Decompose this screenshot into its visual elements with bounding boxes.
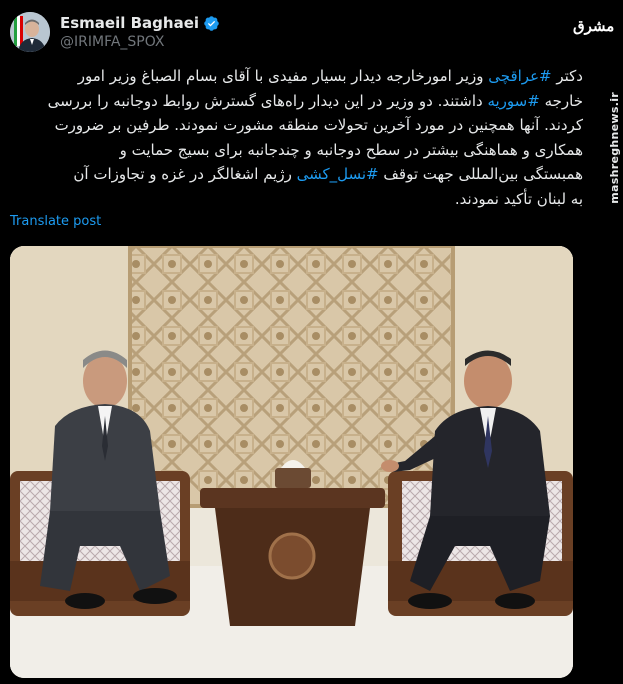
post-line: همبستگی بین‌المللی جهت توقف #نسل_کشی رژی… xyxy=(73,165,583,183)
post-header: Esmaeil Baghaei @IRIMFA_SPOX xyxy=(10,10,220,54)
hashtag-link[interactable]: #سوریه xyxy=(487,92,539,110)
post-line: کردند. آنها همچنین در مورد آخرین تحولات … xyxy=(54,116,583,134)
post-line: همکاری و هماهنگی بیشتر در سطح دوجانبه و … xyxy=(119,140,583,159)
watermark-logo: مشرق xyxy=(573,17,615,35)
avatar[interactable] xyxy=(10,12,50,52)
avatar-image xyxy=(10,12,50,52)
post-line: به لبنان تأکید نمودند. xyxy=(454,189,583,208)
handle[interactable]: @IRIMFA_SPOX xyxy=(60,34,220,50)
translate-post-link[interactable]: Translate post xyxy=(10,214,101,229)
post-line: دکتر #عراقچی وزیر امورخارجه دیدار بسیار … xyxy=(77,67,583,85)
hashtag-link[interactable]: #عراقچی xyxy=(488,67,551,85)
post-line: خارجه #سوریه داشتند. دو وزیر در این دیدا… xyxy=(47,91,583,110)
author-names: Esmaeil Baghaei @IRIMFA_SPOX xyxy=(60,14,220,50)
meeting-photo[interactable] xyxy=(10,246,573,678)
hashtag-link[interactable]: #نسل_کشی xyxy=(297,165,379,183)
verified-badge-icon xyxy=(203,15,220,32)
post-text: دکتر #عراقچی وزیر امورخارجه دیدار بسیار … xyxy=(10,64,583,211)
display-name[interactable]: Esmaeil Baghaei xyxy=(60,14,199,32)
watermark-url: mashreghnews.ir xyxy=(608,92,621,204)
meeting-photo-illustration xyxy=(10,246,573,678)
